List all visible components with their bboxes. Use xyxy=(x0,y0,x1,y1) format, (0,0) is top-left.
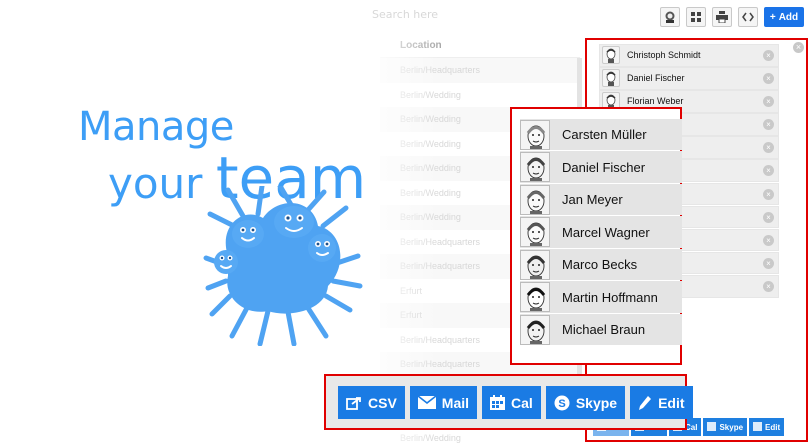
avatar xyxy=(520,119,550,150)
remove-icon[interactable]: × xyxy=(763,234,774,246)
remove-icon[interactable]: × xyxy=(763,50,774,61)
person-name: Daniel Fischer xyxy=(627,73,685,84)
person-name: Jan Meyer xyxy=(562,192,623,208)
mail-icon xyxy=(417,396,436,409)
list-item[interactable]: Carsten Müller xyxy=(520,119,682,151)
person-name: Florian Weber xyxy=(627,96,684,107)
remove-icon[interactable]: × xyxy=(763,280,774,292)
top-toolbar: + Add xyxy=(660,7,804,27)
avatar xyxy=(520,282,550,313)
mail-button[interactable]: Mail xyxy=(409,386,478,419)
export-icon xyxy=(346,396,361,410)
person-name: Marco Becks xyxy=(562,257,638,273)
action-label: Skype xyxy=(719,422,744,432)
person-name: Carsten Müller xyxy=(562,127,647,143)
remove-icon[interactable]: × xyxy=(763,119,774,131)
calendar-button[interactable]: Cal xyxy=(482,386,541,419)
edit-label: Edit xyxy=(658,394,685,411)
add-button[interactable]: + Add xyxy=(764,7,804,27)
list-item[interactable]: Daniel Fischer xyxy=(520,151,682,183)
remove-icon[interactable]: × xyxy=(763,165,774,177)
print-icon[interactable] xyxy=(712,7,732,27)
person-name: Martin Hoffmann xyxy=(562,289,658,305)
mail-label: Mail xyxy=(441,394,470,411)
avatar xyxy=(520,249,550,280)
avatar xyxy=(602,46,620,65)
avatar xyxy=(520,184,550,215)
people-popup: Carsten Müller Daniel Fischer Jan Meyer Mar… xyxy=(510,107,682,365)
support-icon[interactable] xyxy=(660,7,680,27)
edit-button[interactable]: Edit xyxy=(630,386,693,419)
pencil-icon xyxy=(639,395,652,410)
list-item[interactable]: Jan Meyer xyxy=(520,183,682,216)
list-item[interactable]: Christoph Schmidt × xyxy=(599,44,779,67)
plus-icon: + xyxy=(769,11,776,23)
grid-icon[interactable] xyxy=(686,7,706,27)
csv-button[interactable]: CSV xyxy=(338,386,405,419)
svg-text:S: S xyxy=(558,398,565,410)
avatar xyxy=(520,314,550,345)
panel-action-button[interactable]: Edit xyxy=(749,418,785,436)
remove-icon[interactable]: × xyxy=(763,257,774,269)
avatar xyxy=(520,152,550,183)
calendar-label: Cal xyxy=(511,394,533,411)
team-mascot-illustration xyxy=(203,186,363,346)
search-input[interactable]: Search here xyxy=(372,8,572,24)
skype-button[interactable]: S Skype xyxy=(545,386,626,419)
person-name: Christoph Schmidt xyxy=(627,50,701,61)
person-name: Daniel Fischer xyxy=(562,159,646,175)
person-name: Marcel Wagner xyxy=(562,224,650,240)
close-icon[interactable]: × xyxy=(793,42,804,53)
list-item[interactable]: Marcel Wagner xyxy=(520,216,682,248)
person-name: Michael Braun xyxy=(562,322,646,337)
calendar-icon xyxy=(490,395,506,410)
remove-icon[interactable]: × xyxy=(763,188,774,200)
action-bar: CSV Mail Cal S Skype Edit xyxy=(324,374,693,430)
list-item[interactable]: Daniel Fischer × xyxy=(599,67,779,90)
avatar xyxy=(602,69,620,88)
remove-icon[interactable]: × xyxy=(763,142,774,154)
hero-word-your: your xyxy=(108,159,203,208)
people-popup-list: Carsten Müller Daniel Fischer Jan Meyer Mar… xyxy=(520,119,682,346)
list-item[interactable]: Martin Hoffmann xyxy=(520,281,682,313)
list-item[interactable]: Michael Braun xyxy=(520,313,682,346)
remove-icon[interactable]: × xyxy=(763,96,774,108)
action-label: Edit xyxy=(765,422,781,432)
csv-label: CSV xyxy=(368,394,397,411)
skype-icon: S xyxy=(554,395,570,410)
avatar xyxy=(520,217,550,248)
add-label: Add xyxy=(778,11,799,23)
panel-action-button[interactable]: Skype xyxy=(703,418,748,436)
list-item[interactable]: Marco Becks xyxy=(520,248,682,281)
action-icon xyxy=(707,421,717,433)
skype-label: Skype xyxy=(575,394,618,411)
action-icon xyxy=(753,421,763,433)
code-icon[interactable] xyxy=(738,7,758,27)
remove-icon[interactable]: × xyxy=(763,73,774,85)
remove-icon[interactable]: × xyxy=(763,211,774,223)
